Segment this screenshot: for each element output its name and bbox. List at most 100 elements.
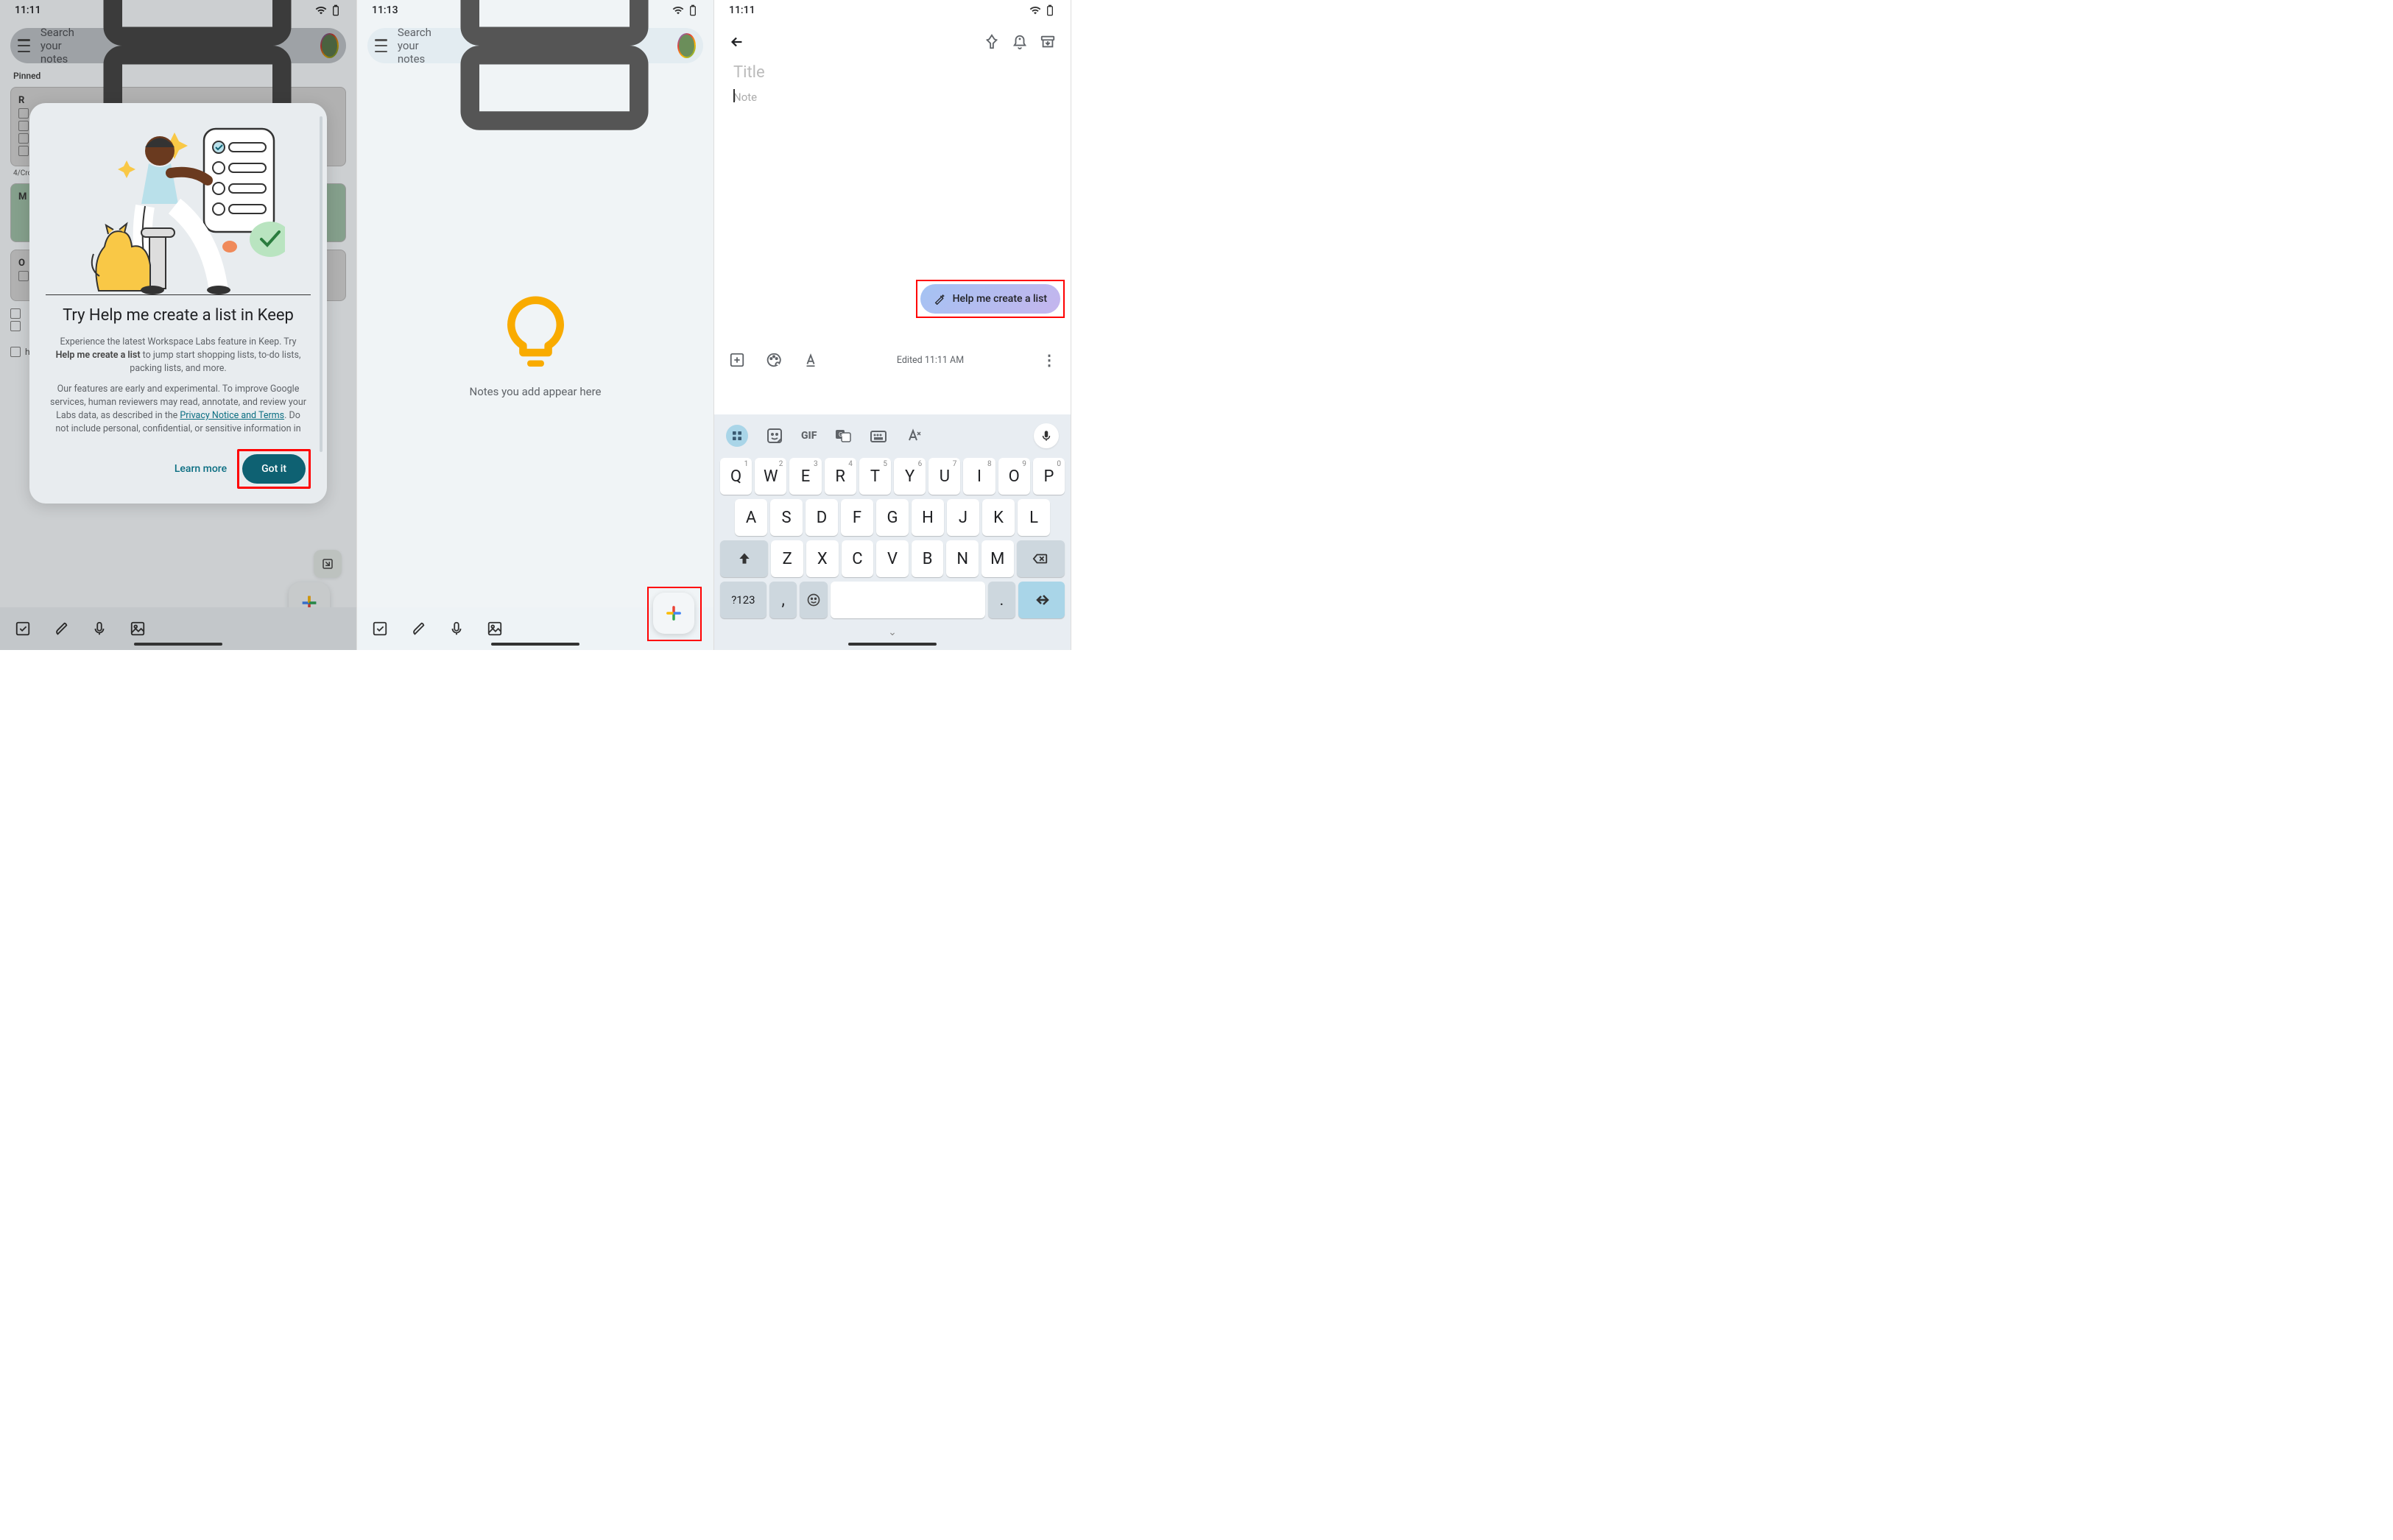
magic-pen-icon: [934, 293, 945, 305]
screen-3-editor: 11:11 Title Note Help me create a list E…: [714, 0, 1071, 650]
key-k[interactable]: K: [982, 499, 1015, 536]
period-key[interactable]: .: [988, 582, 1016, 618]
more-icon[interactable]: ⋮: [1042, 351, 1056, 369]
key-j[interactable]: J: [947, 499, 979, 536]
keyboard-suggestion-row: GIF G: [717, 420, 1068, 456]
reminder-icon[interactable]: [1012, 34, 1028, 50]
editor-toolbar: [714, 21, 1071, 59]
key-g[interactable]: G: [876, 499, 909, 536]
status-bar: 11:11: [714, 0, 1071, 21]
privacy-link[interactable]: Privacy Notice and Terms: [180, 410, 284, 421]
text-format-icon[interactable]: [803, 352, 819, 368]
new-note-fab[interactable]: [653, 593, 694, 634]
keyboard-row-4: ?123 , .: [717, 579, 1068, 621]
modal-title: Try Help me create a list in Keep: [46, 305, 311, 327]
status-time: 11:11: [729, 4, 755, 16]
brush-icon[interactable]: [410, 621, 426, 637]
edited-timestamp: Edited 11:11 AM: [897, 355, 964, 366]
empty-state: Notes you add appear here: [357, 41, 713, 650]
nav-handle[interactable]: [134, 643, 222, 646]
empty-state-text: Notes you add appear here: [470, 385, 602, 398]
svg-text:G: G: [839, 431, 842, 438]
key-e[interactable]: E3: [789, 458, 821, 495]
enter-key[interactable]: [1018, 582, 1065, 618]
status-icons: [1029, 4, 1056, 16]
key-p[interactable]: P0: [1033, 458, 1065, 495]
comma-key[interactable]: ,: [769, 582, 797, 618]
add-box-icon[interactable]: [729, 352, 745, 368]
key-y[interactable]: Y6: [894, 458, 926, 495]
modal-paragraph-2: Our features are early and experimental.…: [46, 383, 311, 437]
feature-intro-modal: Try Help me create a list in Keep Experi…: [29, 103, 327, 504]
key-a[interactable]: A: [735, 499, 767, 536]
sticker-icon[interactable]: [766, 427, 783, 445]
mic-icon[interactable]: [448, 621, 465, 637]
wifi-icon: [1029, 4, 1041, 16]
backspace-key[interactable]: [1017, 540, 1065, 577]
keyboard-collapse-icon[interactable]: ⌄: [717, 626, 1068, 638]
screen-2-empty: 11:13 Search your notes Notes you add ap…: [357, 0, 714, 650]
key-f[interactable]: F: [841, 499, 873, 536]
key-q[interactable]: Q1: [720, 458, 752, 495]
symbols-key[interactable]: ?123: [720, 582, 766, 618]
back-icon[interactable]: [729, 34, 745, 50]
key-m[interactable]: M: [981, 540, 1014, 577]
key-x[interactable]: X: [806, 540, 839, 577]
key-z[interactable]: Z: [771, 540, 803, 577]
modal-illustration: [46, 115, 311, 295]
key-i[interactable]: I8: [963, 458, 995, 495]
export-icon[interactable]: [314, 550, 342, 578]
screen-1-modal: 11:11 Search your notes Pinned R 4/Cros …: [0, 0, 357, 650]
learn-more-button[interactable]: Learn more: [175, 463, 227, 475]
key-t[interactable]: T5: [859, 458, 891, 495]
key-o[interactable]: O9: [998, 458, 1030, 495]
keyboard-settings-icon[interactable]: [870, 427, 887, 445]
gif-button[interactable]: GIF: [801, 430, 817, 442]
note-input[interactable]: Note: [714, 86, 1071, 108]
mic-icon[interactable]: [91, 621, 108, 637]
status-time: 11:13: [372, 4, 398, 16]
keyboard-row-1: Q1W2E3R4T5Y6U7I8O9P0: [717, 456, 1068, 497]
key-u[interactable]: U7: [928, 458, 960, 495]
emoji-key[interactable]: [800, 582, 828, 618]
key-v[interactable]: V: [876, 540, 909, 577]
space-key[interactable]: [831, 582, 984, 618]
title-input[interactable]: Title: [714, 59, 1071, 86]
got-it-button[interactable]: Got it: [242, 454, 306, 484]
shift-key[interactable]: [720, 540, 768, 577]
brush-icon[interactable]: [53, 621, 69, 637]
modal-paragraph-1: Experience the latest Workspace Labs fea…: [46, 336, 311, 375]
pin-icon[interactable]: [984, 34, 1000, 50]
scrollbar[interactable]: [320, 116, 323, 452]
lightbulb-icon: [501, 293, 571, 370]
status-icons: [672, 4, 699, 16]
key-c[interactable]: C: [842, 540, 874, 577]
image-icon[interactable]: [130, 621, 146, 637]
key-s[interactable]: S: [770, 499, 803, 536]
key-d[interactable]: D: [806, 499, 838, 536]
keyboard-row-3: ZXCVBNM: [717, 538, 1068, 579]
key-r[interactable]: R4: [825, 458, 856, 495]
image-icon[interactable]: [487, 621, 503, 637]
highlight-annotation: Got it: [237, 449, 311, 489]
wifi-icon: [672, 4, 684, 16]
help-me-create-list-chip[interactable]: Help me create a list: [920, 284, 1060, 314]
battery-icon: [687, 4, 699, 16]
text-style-icon[interactable]: [905, 427, 923, 445]
key-n[interactable]: N: [946, 540, 979, 577]
key-l[interactable]: L: [1018, 499, 1050, 536]
key-w[interactable]: W2: [755, 458, 786, 495]
key-b[interactable]: B: [912, 540, 944, 577]
highlight-annotation: Help me create a list: [916, 280, 1065, 318]
nav-handle[interactable]: [848, 643, 937, 646]
voice-input-icon[interactable]: [1034, 423, 1059, 448]
key-h[interactable]: H: [912, 499, 944, 536]
keyboard-row-2: ASDFGHJKL: [717, 497, 1068, 538]
palette-icon[interactable]: [766, 352, 782, 368]
nav-handle[interactable]: [491, 643, 579, 646]
translate-icon[interactable]: G: [834, 427, 852, 445]
keyboard-apps-icon[interactable]: [726, 425, 748, 447]
checkbox-icon[interactable]: [372, 621, 388, 637]
archive-icon[interactable]: [1040, 34, 1056, 50]
checkbox-icon[interactable]: [15, 621, 31, 637]
